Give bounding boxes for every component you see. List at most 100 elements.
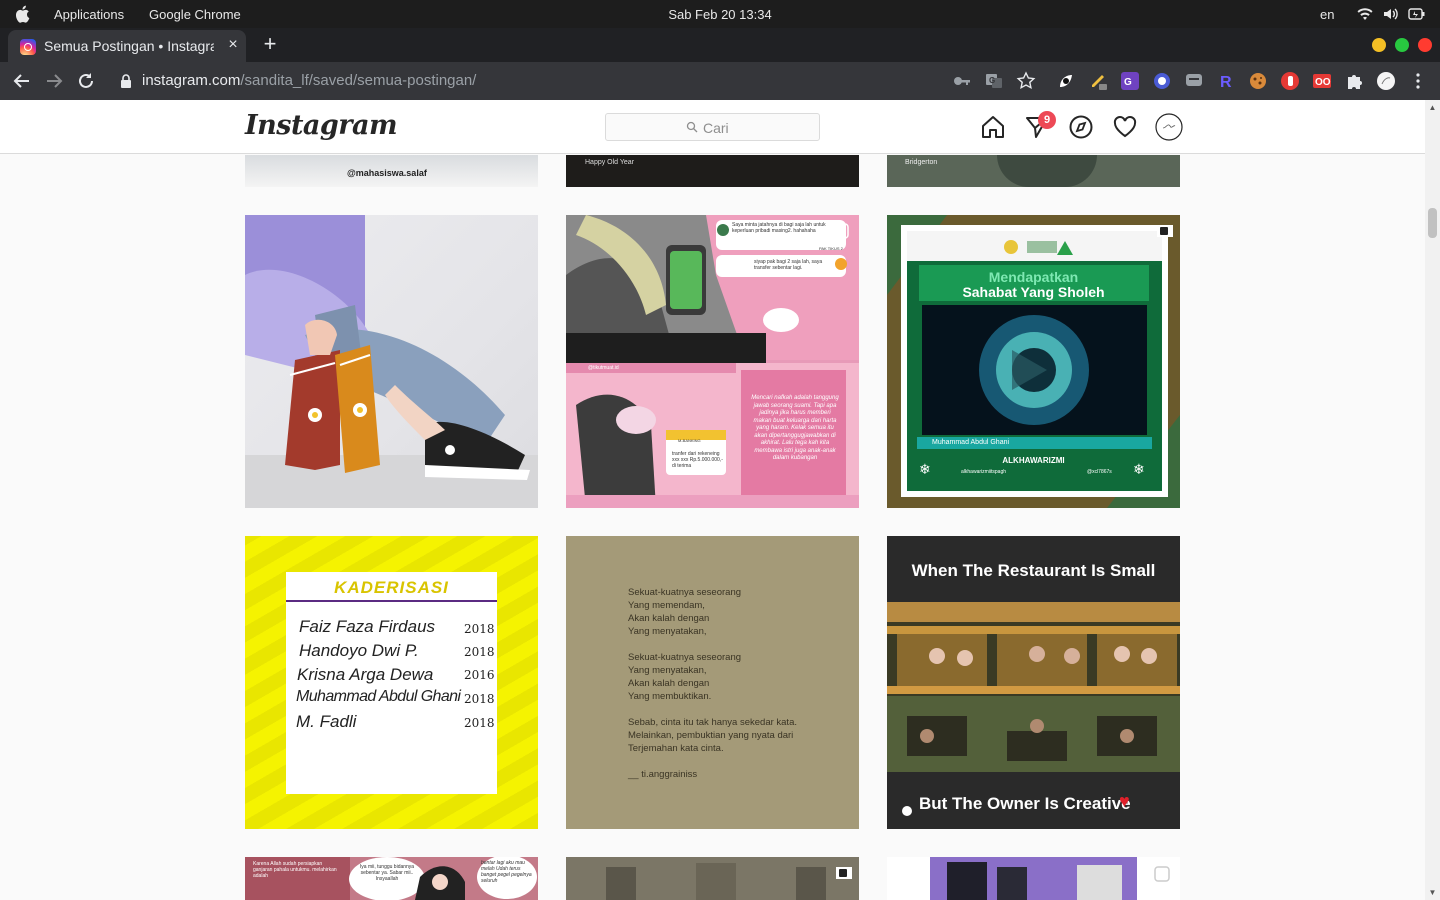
post-tile-comic-bottom-left[interactable]: Karena Allah sudah persiapkan ganjaran p…: [245, 857, 538, 900]
translate-icon[interactable]: G: [984, 71, 1004, 91]
forward-arrow-icon[interactable]: [43, 70, 65, 92]
sneakers-photo: [245, 215, 538, 508]
search-input[interactable]: Cari: [605, 113, 820, 141]
ext-oo-icon[interactable]: OO: [1312, 71, 1332, 91]
svg-text:G: G: [989, 76, 995, 85]
post-tile-restaurant[interactable]: When The Restaurant Is Small But The Own…: [887, 536, 1180, 829]
more-icon[interactable]: [1408, 71, 1428, 91]
explore-compass-icon[interactable]: [1068, 114, 1094, 140]
video-name: Muhammad Abdul Ghani: [932, 439, 1010, 446]
instagram-header: Instagram Cari: [0, 100, 1425, 154]
member-year: 2018: [464, 716, 495, 730]
star-icon[interactable]: [1016, 71, 1036, 91]
poem-line: Melainkan, pembuktian yang nyata dari: [628, 730, 794, 741]
restaurant-caption-top: When The Restaurant Is Small: [911, 561, 1156, 580]
member-name: M. Fadli: [296, 712, 357, 731]
saved-posts-grid: @mahasiswa.salaf Happy Old Year Bridgert…: [0, 155, 1425, 900]
post-tile-pink-comic[interactable]: Saya minta jatahnya di bagi saja lah unt…: [566, 215, 859, 508]
tab-close-button[interactable]: ×: [224, 36, 242, 54]
menu-applications[interactable]: Applications: [54, 7, 124, 22]
member-year: 2018: [464, 622, 495, 636]
snowflake-icon: ❄: [919, 461, 931, 477]
watermark: @tikutmuat.id: [588, 365, 619, 371]
tab-title: Semua Postingan • Instagram: [44, 38, 214, 54]
tab-instagram[interactable]: Semua Postingan • Instagram ×: [8, 30, 246, 62]
instagram-logo[interactable]: Instagram: [245, 110, 398, 141]
ext-pen-icon[interactable]: [1088, 71, 1108, 91]
post-tile-product[interactable]: [887, 857, 1180, 900]
key-icon[interactable]: [952, 71, 972, 91]
menu-google-chrome[interactable]: Google Chrome: [149, 7, 241, 22]
post-tile-architecture-video[interactable]: [566, 857, 859, 900]
member-name: Krisna Arga Dewa: [297, 665, 434, 684]
back-arrow-icon[interactable]: [11, 70, 33, 92]
ext-r-icon[interactable]: R: [1216, 71, 1236, 91]
ext-cookie-icon[interactable]: [1248, 71, 1268, 91]
new-tab-button[interactable]: +: [258, 32, 282, 56]
chat-bubble-1: Saya minta jatahnya di bagi saja lah unt…: [732, 222, 826, 234]
minimize-button[interactable]: [1372, 38, 1386, 52]
divider: [286, 600, 497, 602]
language-indicator[interactable]: en: [1320, 7, 1334, 22]
svg-text:R: R: [1220, 74, 1232, 91]
post-tile-poem[interactable]: Sekuat-kuatnya seseorang Yang memendam, Ak…: [566, 536, 859, 829]
post-caption: Happy Old Year: [585, 159, 635, 166]
lock-icon[interactable]: [120, 74, 132, 88]
os-top-bar: Applications Google Chrome Sab Feb 20 13…: [0, 0, 1440, 28]
product-photo: [930, 857, 1170, 900]
post-tile-bridgerton[interactable]: Bridgerton: [887, 155, 1180, 187]
post-tile-sneakers[interactable]: [245, 215, 538, 508]
url-host: instagram.com: [142, 72, 241, 89]
instagram-favicon-icon: [20, 39, 36, 55]
maximize-button[interactable]: [1395, 38, 1409, 52]
browser-tab-strip: Semua Postingan • Instagram × +: [0, 28, 1440, 62]
ext-translate-icon[interactable]: G: [1120, 71, 1140, 91]
close-window-button[interactable]: [1418, 38, 1432, 52]
ext-hand-icon[interactable]: [1280, 71, 1300, 91]
notification-badge: 9: [1038, 111, 1056, 129]
ext-chat-icon[interactable]: [1184, 71, 1204, 91]
puzzle-icon[interactable]: [1344, 71, 1364, 91]
comic-text-left: Karena Allah sudah persiapkan ganjaran p…: [253, 861, 337, 879]
scroll-up-arrow-icon[interactable]: ▲: [1428, 103, 1437, 112]
apple-icon[interactable]: [14, 5, 30, 23]
address-bar[interactable]: instagram.com/sandita_lf/saved/semua-pos…: [142, 72, 476, 89]
svg-text:OO: OO: [1315, 77, 1331, 88]
wifi-icon[interactable]: [1356, 6, 1374, 22]
restaurant-caption-bottom: But The Owner Is Creative: [919, 794, 1131, 813]
power-icon[interactable]: [1408, 6, 1426, 22]
post-tile-happy-old-year[interactable]: Happy Old Year: [566, 155, 859, 187]
activity-heart-icon[interactable]: [1112, 114, 1138, 140]
poem-line: Yang menyatakan,: [628, 626, 707, 637]
reload-icon[interactable]: [75, 70, 97, 92]
poem-line: [628, 703, 797, 716]
post-tile-kaderisasi[interactable]: KADERISASI Faiz Faza Firdaus 2018 Handoy…: [245, 536, 538, 829]
poem-line: [628, 755, 797, 768]
member-year: 2018: [464, 645, 495, 659]
profile-avatar[interactable]: [1155, 113, 1183, 141]
video-title-line-2: Sahabat Yang Sholeh: [962, 284, 1105, 300]
video-title-line-1: Mendapatkan: [988, 269, 1079, 285]
profile-icon[interactable]: [1376, 71, 1396, 91]
url-path: /sandita_lf/saved/semua-postingan/: [240, 72, 477, 89]
page-scrollbar[interactable]: ▲ ▼: [1425, 100, 1440, 900]
member-name: Faiz Faza Firdaus: [299, 617, 436, 636]
member-year: 2016: [464, 668, 495, 682]
volume-icon[interactable]: [1382, 6, 1400, 22]
scroll-thumb[interactable]: [1428, 208, 1437, 238]
video-line: @xcl7867s: [1087, 469, 1112, 475]
post-tile-mahasiswa[interactable]: @mahasiswa.salaf: [245, 155, 538, 187]
bank-label: M-BANKING: [678, 438, 701, 443]
comic-bubble-2: bentar lagi aku mau melah Udah terus ban…: [481, 860, 532, 884]
ext-circle-icon[interactable]: [1152, 71, 1172, 91]
svg-text:G: G: [1124, 77, 1132, 88]
story-paragraph: Mencari nafkah adalah tanggung jawab seo…: [751, 395, 839, 461]
member-name: Handoyo Dwi P.: [299, 641, 419, 660]
browser-toolbar: instagram.com/sandita_lf/saved/semua-pos…: [0, 62, 1440, 100]
scroll-down-arrow-icon[interactable]: ▼: [1428, 888, 1437, 897]
chat-bubble-2: siyap pak bagi 2 saja lah, saya transfer…: [754, 259, 823, 271]
post-tile-sahabat-video[interactable]: Mendapatkan Sahabat Yang Sholeh Muhammad…: [887, 215, 1180, 508]
post-caption: @mahasiswa.salaf: [347, 168, 427, 178]
home-icon[interactable]: [980, 114, 1006, 140]
ext-leaf-icon[interactable]: [1056, 71, 1076, 91]
